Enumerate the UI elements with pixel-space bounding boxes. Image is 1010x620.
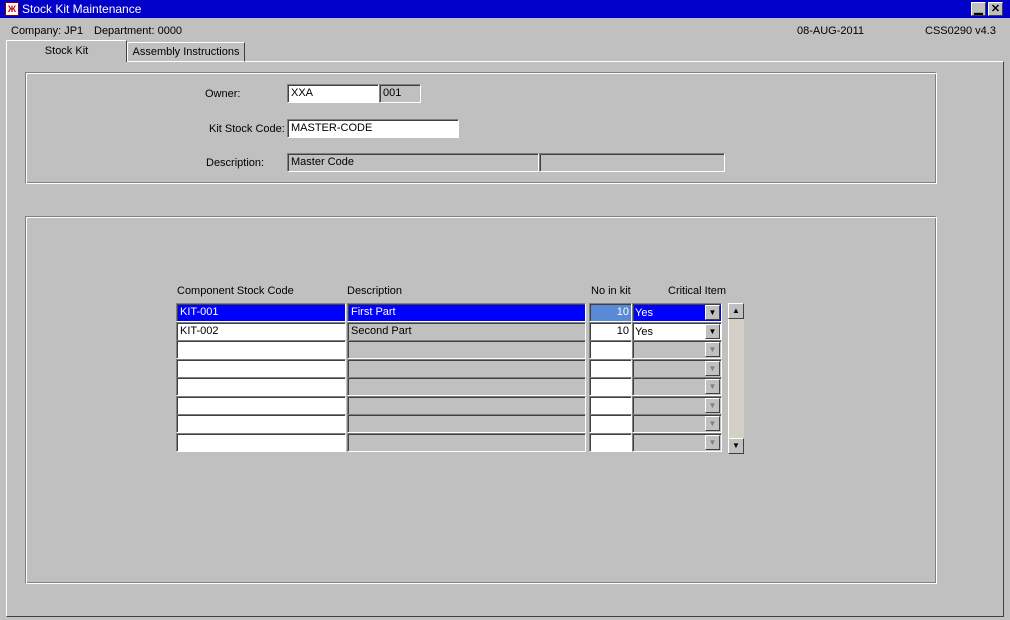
chevron-down-icon[interactable]: ▼: [705, 342, 720, 357]
row-8-description-field: [347, 433, 586, 452]
column-header-description: Description: [347, 285, 403, 297]
column-header-no-in-kit: No in kit: [591, 285, 631, 297]
row-6-no-in-kit-input[interactable]: [589, 396, 632, 415]
close-button[interactable]: ✕: [988, 2, 1003, 16]
row-6-critical-item-dropdown[interactable]: ▼: [632, 396, 722, 415]
row-7-component-code-input[interactable]: [176, 414, 346, 433]
row-6-description-field: [347, 396, 586, 415]
row-8-component-code-input[interactable]: [176, 433, 346, 452]
row-5-component-code-input[interactable]: [176, 377, 346, 396]
row-4-component-code-input[interactable]: [176, 359, 346, 378]
row-4-no-in-kit-input[interactable]: [589, 359, 632, 378]
owner-code-input[interactable]: XXA: [287, 84, 379, 103]
row-1-no-in-kit-input[interactable]: 10: [589, 303, 632, 322]
chevron-down-icon[interactable]: ▼: [705, 416, 720, 431]
column-header-component-code: Component Stock Code: [177, 285, 294, 297]
row-4-critical-item-dropdown[interactable]: ▼: [632, 359, 722, 378]
row-1-description-field: First Part: [347, 303, 586, 322]
kit-stock-code-input[interactable]: MASTER-CODE: [287, 119, 459, 138]
row-8-no-in-kit-input[interactable]: [589, 433, 632, 452]
scroll-track[interactable]: [728, 319, 744, 438]
row-2-component-code-input[interactable]: KIT-002: [176, 322, 346, 341]
scroll-down-button[interactable]: ▼: [728, 438, 744, 454]
column-header-critical-item: Critical Item: [668, 285, 727, 297]
owner-label: Owner:: [205, 88, 241, 100]
chevron-down-icon[interactable]: ▼: [705, 379, 720, 394]
description-field: Master Code: [287, 153, 539, 172]
row-3-no-in-kit-input[interactable]: [589, 340, 632, 359]
kit-stock-code-label: Kit Stock Code:: [209, 123, 285, 135]
row-3-description-field: [347, 340, 586, 359]
row-1-component-code-input[interactable]: KIT-001: [176, 303, 346, 322]
scroll-up-button[interactable]: ▲: [728, 303, 744, 319]
chevron-down-icon[interactable]: ▼: [705, 324, 720, 339]
window-title: Stock Kit Maintenance: [22, 2, 142, 16]
row-5-description-field: [347, 377, 586, 396]
chevron-down-icon[interactable]: ▼: [705, 361, 720, 376]
app-icon[interactable]: Ж: [5, 2, 19, 16]
row-7-no-in-kit-input[interactable]: [589, 414, 632, 433]
tab-assembly-instructions[interactable]: Assembly Instructions: [127, 42, 245, 62]
scroll-up-icon: ▲: [732, 306, 740, 315]
chevron-down-icon[interactable]: ▼: [705, 435, 720, 450]
row-5-no-in-kit-input[interactable]: [589, 377, 632, 396]
minimize-icon: ▁: [974, 3, 983, 15]
row-1-critical-item-value: Yes: [635, 307, 653, 319]
row-4-description-field: [347, 359, 586, 378]
row-7-description-field: [347, 414, 586, 433]
department-text: Department: 0000: [94, 25, 183, 37]
row-2-critical-item-value: Yes: [635, 326, 653, 338]
info-bar: Company: JP1 Department: 0000 08-AUG-201…: [0, 18, 1010, 38]
title-bar: Ж Stock Kit Maintenance ▁ ✕: [0, 0, 1010, 18]
chevron-down-icon[interactable]: ▼: [705, 398, 720, 413]
row-7-critical-item-dropdown[interactable]: ▼: [632, 414, 722, 433]
row-5-critical-item-dropdown[interactable]: ▼: [632, 377, 722, 396]
row-2-critical-item-dropdown[interactable]: Yes ▼: [632, 322, 722, 341]
row-2-description-field: Second Part: [347, 322, 586, 341]
tab-stock-kit[interactable]: Stock Kit: [6, 40, 127, 62]
company-text: Company: JP1: [11, 25, 84, 37]
scroll-down-icon: ▼: [732, 441, 740, 450]
date-text: 08-AUG-2011: [797, 25, 865, 37]
row-1-critical-item-dropdown[interactable]: Yes ▼: [632, 303, 722, 322]
chevron-down-icon[interactable]: ▼: [705, 305, 720, 320]
description-label: Description:: [206, 157, 265, 169]
row-2-no-in-kit-input[interactable]: 10: [589, 322, 632, 341]
owner-number-field: 001: [379, 84, 421, 103]
description-extra-field: [539, 153, 725, 172]
row-3-component-code-input[interactable]: [176, 340, 346, 359]
minimize-button[interactable]: ▁: [971, 2, 986, 16]
row-3-critical-item-dropdown[interactable]: ▼: [632, 340, 722, 359]
row-6-component-code-input[interactable]: [176, 396, 346, 415]
row-8-critical-item-dropdown[interactable]: ▼: [632, 433, 722, 452]
program-version-text: CSS0290 v4.3: [925, 25, 996, 37]
close-icon: ✕: [990, 3, 1001, 15]
